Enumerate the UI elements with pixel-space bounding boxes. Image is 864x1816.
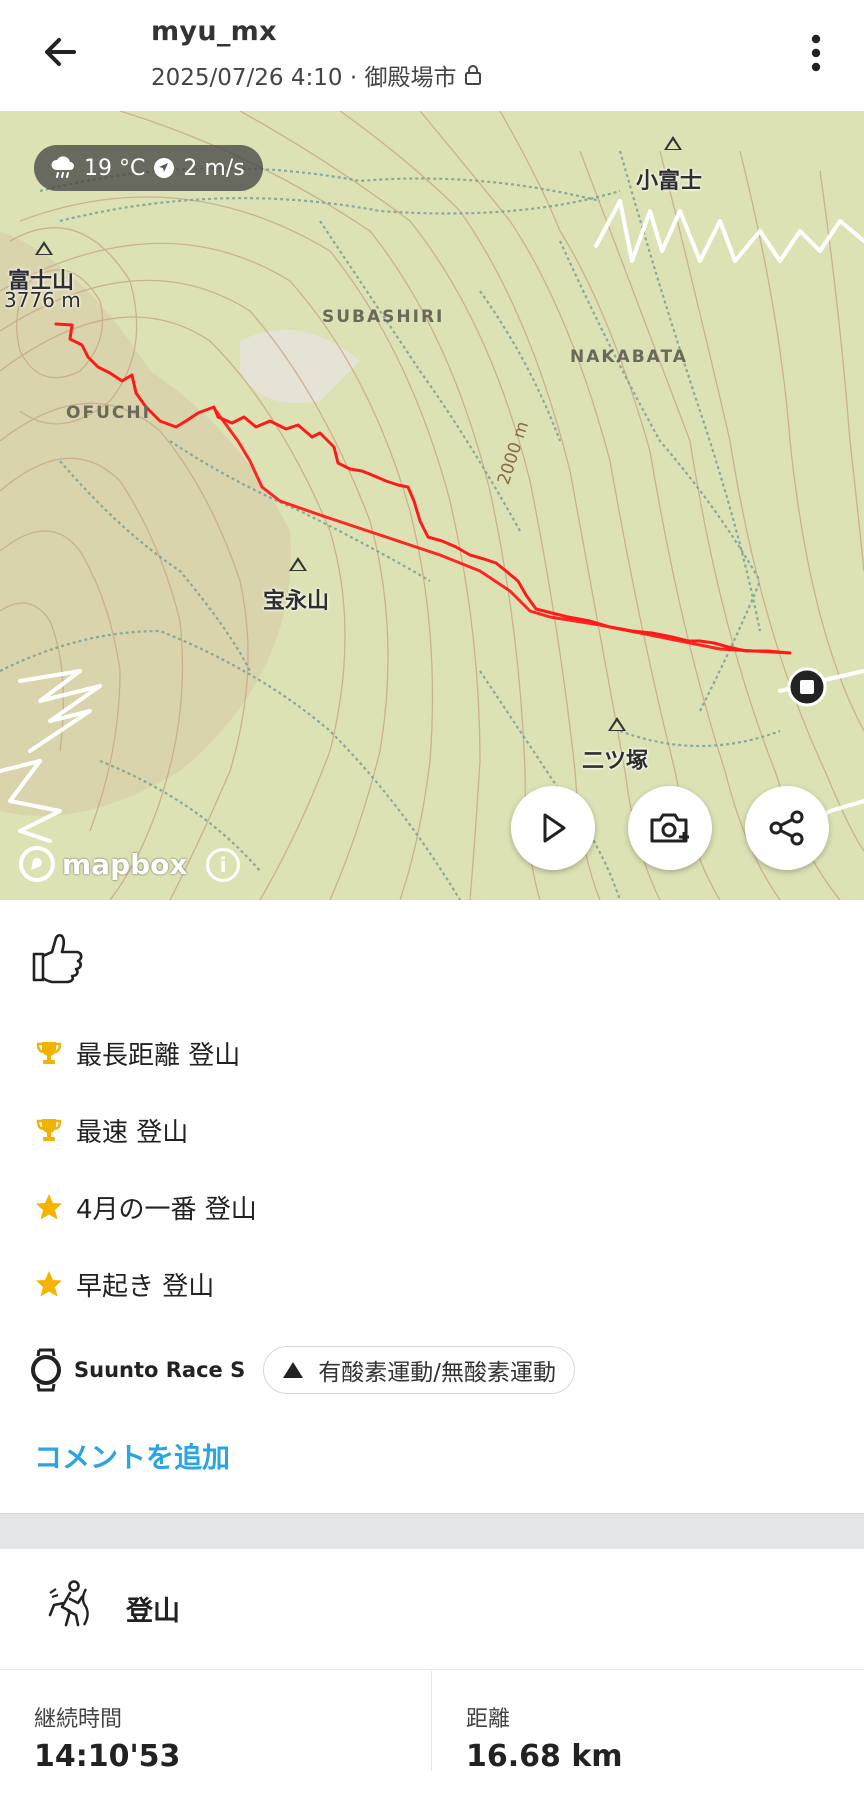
top-app-bar: myu_mx 2025/07/26 4:10 · 御殿場市 <box>0 0 864 111</box>
achievement-item: 4月の一番 登山 <box>34 1185 257 1229</box>
navigation-arrow-icon <box>154 158 175 178</box>
wind-speed: 2 m/s <box>183 155 245 181</box>
map-terrain <box>0 111 864 900</box>
mapbox-text: mapbox <box>62 847 188 881</box>
peak-label-hoeizan: 宝永山 <box>263 589 330 614</box>
stat-value: 14:10'53 <box>34 1739 181 1774</box>
map-info-button[interactable]: i <box>206 848 240 882</box>
camera-add-icon <box>650 813 689 843</box>
peak-label-futatsuzuka: 二ツ塚 <box>582 749 649 774</box>
star-icon <box>36 1194 62 1220</box>
peak-marker-icon <box>35 241 53 255</box>
peak-marker-icon <box>289 557 307 571</box>
device-row: Suunto Race S 有酸素運動/無酸素運動 <box>30 1340 575 1400</box>
share-icon <box>769 810 804 846</box>
peak-marker-icon <box>608 717 626 731</box>
more-options-button[interactable] <box>796 28 836 78</box>
mapbox-mark-icon <box>19 846 55 882</box>
achievement-text: 最長距離 登山 <box>76 1040 241 1071</box>
lock-icon <box>465 65 482 85</box>
section-divider <box>0 1513 864 1550</box>
stat-label: 継続時間 <box>34 1707 123 1732</box>
stats-divider <box>0 1669 864 1670</box>
achievement-text: 4月の一番 登山 <box>76 1194 257 1225</box>
add-comment-button[interactable]: コメントを追加 <box>34 1436 230 1476</box>
stat-distance: 距離 16.68 km <box>466 1701 623 1774</box>
peak-label-kofuji: 小富士 <box>636 169 703 194</box>
mapbox-logo: mapbox <box>18 845 187 883</box>
username[interactable]: myu_mx <box>151 16 277 47</box>
activity-summary: 登山 継続時間 14:10'53 距離 16.68 km <box>0 1549 864 1816</box>
training-type-label: 有酸素運動/無酸素運動 <box>318 1360 556 1386</box>
activity-type: 登山 <box>126 1596 180 1627</box>
hiking-icon <box>48 1580 89 1627</box>
trophy-icon <box>36 1042 62 1064</box>
more-vertical-icon <box>811 34 821 72</box>
stat-label: 距離 <box>466 1707 511 1732</box>
achievement-text: 最速 登山 <box>76 1117 189 1148</box>
arrow-left-icon <box>45 38 76 66</box>
device-name: Suunto Race S <box>74 1358 246 1382</box>
area-label: OFUCHI <box>66 403 151 423</box>
watch-icon <box>31 1348 61 1392</box>
triangle-icon <box>283 1362 304 1378</box>
area-label: NAKABATA <box>570 347 688 367</box>
thumbs-up-icon <box>32 934 83 984</box>
training-type-tag[interactable]: 有酸素運動/無酸素運動 <box>263 1346 575 1394</box>
temperature: 19 °C <box>84 155 146 181</box>
achievement-item: 最長距離 登山 <box>34 1031 240 1075</box>
achievement-item: 早起き 登山 <box>34 1262 214 1306</box>
stats-column-divider <box>431 1671 432 1771</box>
cloud-rain-icon <box>51 156 74 178</box>
date-location-text: 2025/07/26 4:10 · 御殿場市 <box>151 65 457 91</box>
activity-date-location: 2025/07/26 4:10 · 御殿場市 <box>151 58 482 92</box>
back-button[interactable] <box>30 26 90 78</box>
stat-duration: 継続時間 14:10'53 <box>34 1701 180 1774</box>
route-map[interactable]: 19 °C 2 m/s 富士山 3776 m 小富士 宝永山 二ツ塚 SUBAS… <box>0 111 864 900</box>
share-button[interactable] <box>745 786 829 870</box>
end-marker-icon <box>787 667 827 707</box>
play-route-button[interactable] <box>511 786 595 870</box>
add-photo-button[interactable] <box>628 786 712 870</box>
trophy-icon <box>36 1119 62 1141</box>
play-icon <box>543 813 566 843</box>
star-icon <box>36 1271 62 1297</box>
peak-marker-icon <box>664 136 682 150</box>
area-label: SUBASHIRI <box>322 307 445 327</box>
stat-value: 16.68 km <box>466 1739 623 1774</box>
peak-elevation-fuji: 3776 m <box>4 288 81 312</box>
like-button[interactable] <box>30 930 86 986</box>
achievement-item: 最速 登山 <box>34 1108 188 1152</box>
achievement-text: 早起き 登山 <box>76 1271 215 1302</box>
weather-badge: 19 °C 2 m/s <box>34 145 263 191</box>
